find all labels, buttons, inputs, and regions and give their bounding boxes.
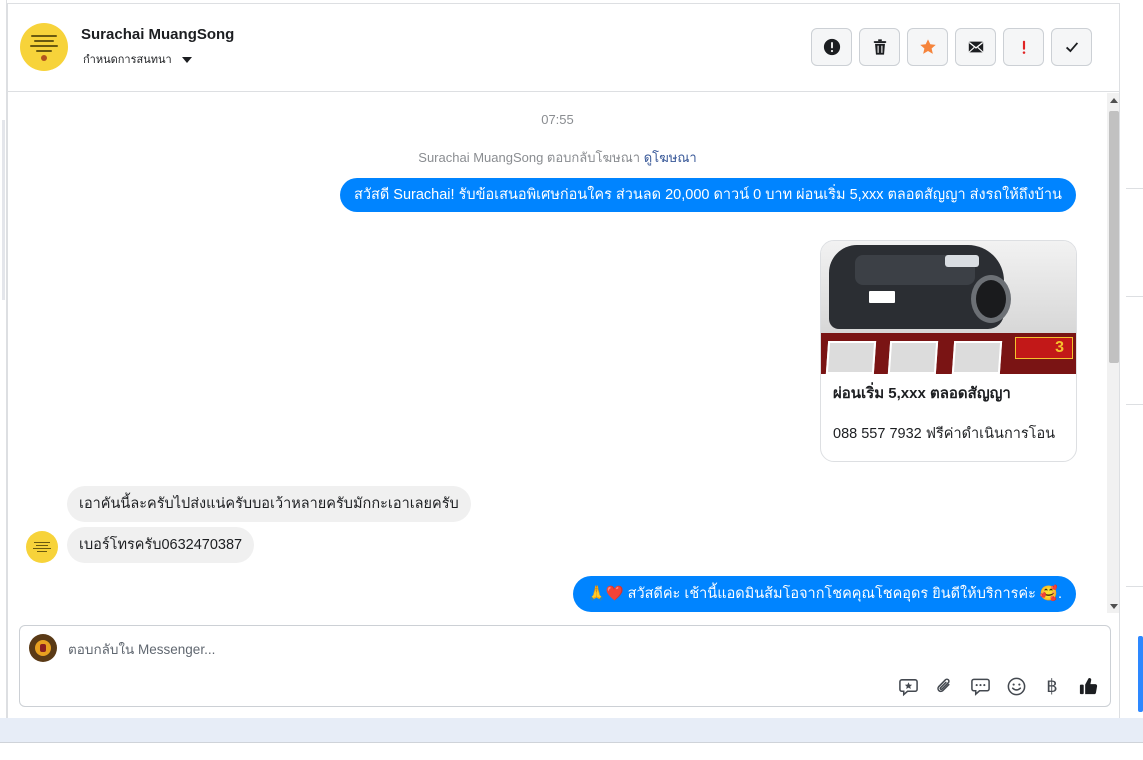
- checkmark-icon: [1065, 42, 1078, 53]
- star-button[interactable]: [907, 28, 948, 66]
- exclamation-icon: [1022, 40, 1025, 54]
- ad-card-title: ผ่อนเริ่ม 5,xxx ตลอดสัญญา: [833, 385, 1011, 402]
- scroll-up-icon[interactable]: [1110, 98, 1118, 103]
- thumbs-up-icon: [1079, 677, 1097, 694]
- saved-reply-button[interactable]: [896, 674, 920, 698]
- outgoing-message: สวัสดี Surachai! รับข้อเสนอพิเศษก่อนใคร …: [340, 178, 1076, 212]
- caret-down-icon: [181, 56, 192, 63]
- saved-reply-icon: [898, 678, 918, 696]
- baht-icon: ฿: [1046, 675, 1058, 697]
- mark-unread-button[interactable]: [955, 28, 996, 66]
- bottom-band: [0, 718, 1143, 742]
- incoming-message: เบอร์โทรครับ0632470387: [67, 527, 255, 563]
- delete-button[interactable]: [859, 28, 900, 66]
- message-composer: ฿: [19, 625, 1111, 707]
- sender-avatar[interactable]: [26, 531, 58, 563]
- scrollbar-thumb[interactable]: [1109, 111, 1119, 363]
- alert-circle-icon: [823, 38, 840, 56]
- spam-button[interactable]: [811, 28, 852, 66]
- contact-avatar[interactable]: [20, 23, 68, 71]
- message-list: 07:55 Surachai MuangSong ตอบกลับโฆษณา ดู…: [8, 93, 1119, 613]
- ad-card[interactable]: 3 ผ่อนเริ่ม 5,xxx ตลอดสัญญา 088 557 7932…: [820, 240, 1077, 462]
- follow-up-button[interactable]: [1003, 28, 1044, 66]
- right-gutter: [1122, 0, 1143, 740]
- payment-button[interactable]: ฿: [1040, 674, 1064, 698]
- view-ad-link[interactable]: ดูโฆษณา: [644, 150, 697, 165]
- left-edge: [0, 0, 7, 718]
- attach-button[interactable]: [932, 674, 956, 698]
- page-avatar: [29, 634, 57, 662]
- ad-card-image: 3: [821, 241, 1076, 374]
- star-icon: [919, 39, 936, 54]
- outgoing-message: 🙏❤️ สวัสดีค่ะ เช้านี้แอดมินส้มโอจากโชคคุ…: [573, 576, 1076, 612]
- emoji-icon: [1007, 677, 1025, 695]
- gutter-accent: [1138, 636, 1143, 712]
- message-timestamp: 07:55: [541, 112, 574, 127]
- promo-badge: 3: [1015, 337, 1073, 359]
- messenger-page: Surachai MuangSong กำหนดการสนทนา 07:55 S…: [0, 0, 1143, 760]
- envelope-icon: [968, 41, 983, 53]
- mark-done-button[interactable]: [1051, 28, 1092, 66]
- assign-label: กำหนดการสนทนา: [83, 54, 172, 66]
- quick-reply-button[interactable]: [968, 674, 992, 698]
- speech-bubble-icon: [970, 678, 990, 696]
- ad-card-subtitle: 088 557 7932 ฟรีค่าดำเนินการโอน: [833, 426, 1056, 442]
- reply-input[interactable]: [68, 638, 768, 660]
- composer-toolbar: ฿: [896, 674, 1100, 698]
- action-toolbar: [811, 28, 1092, 66]
- ad-reply-note: Surachai MuangSong ตอบกลับโฆษณา ดูโฆษณา: [8, 147, 1107, 168]
- scroll-down-icon[interactable]: [1110, 604, 1118, 609]
- emoji-button[interactable]: [1004, 674, 1028, 698]
- conversation-header: Surachai MuangSong กำหนดการสนทนา: [8, 4, 1119, 92]
- conversation-panel: Surachai MuangSong กำหนดการสนทนา 07:55 S…: [7, 3, 1120, 718]
- trash-icon: [873, 39, 886, 55]
- incoming-message: เอาคันนี้ละครับไปส่งแน่ครับบอเว้าหลายครั…: [67, 486, 471, 522]
- contact-name[interactable]: Surachai MuangSong: [81, 26, 234, 43]
- like-button[interactable]: [1076, 674, 1100, 698]
- ad-reply-text: Surachai MuangSong ตอบกลับโฆษณา: [418, 150, 641, 165]
- paperclip-icon: [936, 678, 950, 692]
- message-scrollbar[interactable]: [1107, 93, 1119, 613]
- assign-conversation-dropdown[interactable]: กำหนดการสนทนา: [83, 50, 192, 68]
